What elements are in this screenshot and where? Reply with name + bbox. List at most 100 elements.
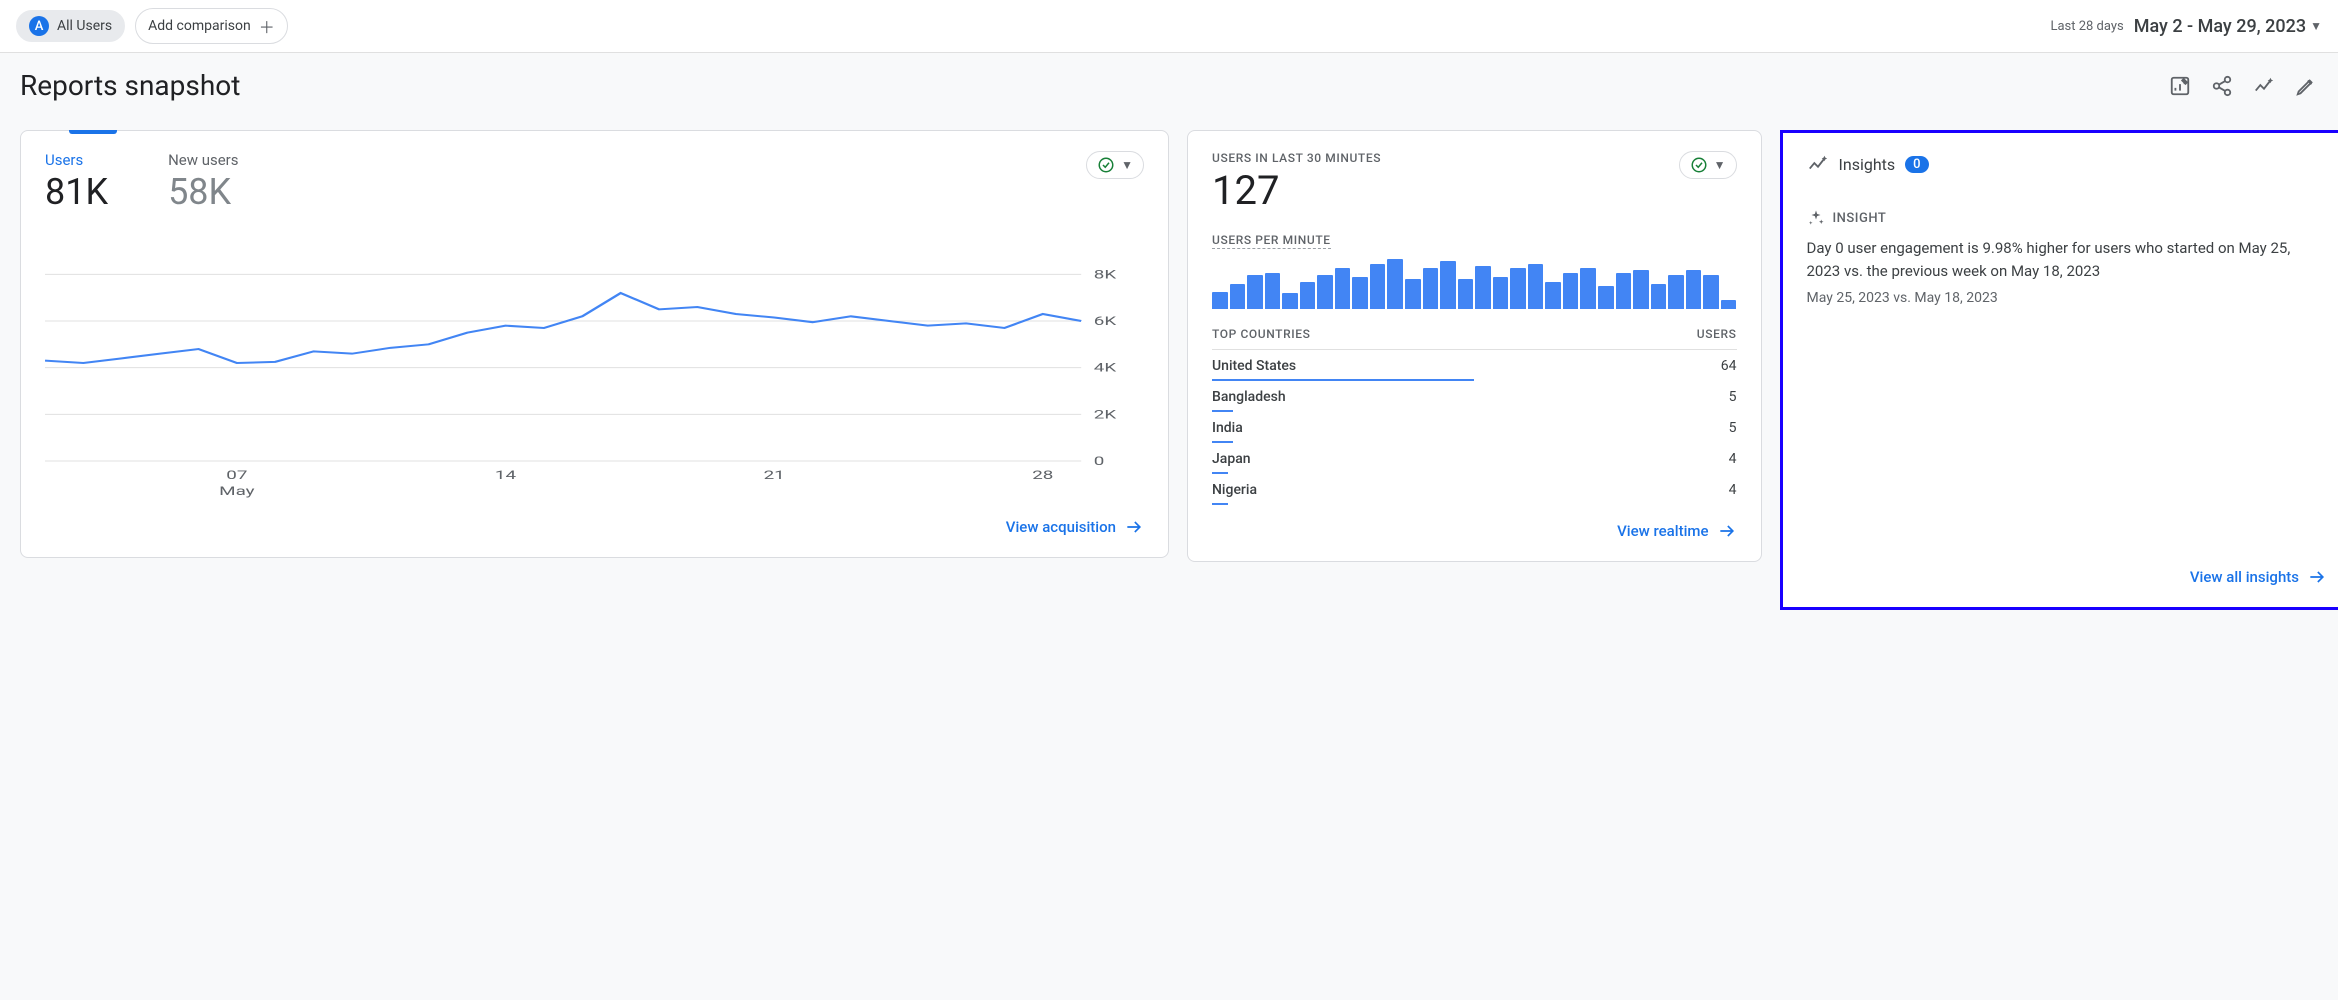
date-range-value: May 2 - May 29, 2023 <box>2134 16 2306 37</box>
per-minute-label: USERS PER MINUTE <box>1212 233 1331 249</box>
view-acquisition-link[interactable]: View acquisition <box>1006 517 1144 537</box>
segment-badge: A <box>29 16 49 36</box>
date-range-picker[interactable]: May 2 - May 29, 2023 ▼ <box>2134 16 2322 37</box>
bar <box>1265 273 1281 309</box>
countries-list: United States 64 Bangladesh 5 India 5 Ja… <box>1212 350 1737 505</box>
users-per-minute-barchart <box>1212 259 1737 309</box>
bar <box>1370 264 1386 309</box>
insights-card: Insights 0 INSIGHT Day 0 user engagement… <box>1780 130 2338 610</box>
bar <box>1282 293 1298 309</box>
realtime-value: 127 <box>1212 171 1737 211</box>
country-users: 5 <box>1729 420 1737 436</box>
bar <box>1580 268 1596 309</box>
bar <box>1387 259 1403 309</box>
realtime-card: ▼ USERS IN LAST 30 MINUTES 127 USERS PER… <box>1187 130 1762 562</box>
bar <box>1721 300 1737 309</box>
country-row: Nigeria 4 <box>1212 474 1737 505</box>
bar <box>1528 264 1544 309</box>
dropdown-arrow-icon: ▼ <box>1121 158 1133 172</box>
status-dropdown[interactable]: ▼ <box>1086 151 1144 179</box>
view-realtime-link[interactable]: View realtime <box>1617 521 1736 541</box>
bar <box>1423 268 1439 309</box>
countries-header-left: TOP COUNTRIES <box>1212 327 1310 341</box>
countries-header-right: USERS <box>1697 327 1737 341</box>
bar <box>1317 275 1333 309</box>
bar <box>1247 275 1263 309</box>
customize-report-icon[interactable] <box>2168 74 2192 98</box>
country-users: 4 <box>1729 482 1737 498</box>
add-comparison-chip[interactable]: Add comparison ＋ <box>135 8 288 44</box>
realtime-title: USERS IN LAST 30 MINUTES <box>1212 151 1737 165</box>
date-range-label: Last 28 days <box>2050 19 2123 34</box>
metric-new-users[interactable]: New users 58K <box>168 151 238 213</box>
checkmark-circle-icon <box>1097 156 1115 174</box>
country-bar <box>1212 441 1737 443</box>
svg-text:8K: 8K <box>1094 267 1117 281</box>
insight-tag: INSIGHT <box>1807 209 2328 227</box>
insight-tag-label: INSIGHT <box>1833 211 1887 226</box>
metric-value: 81K <box>45 171 108 213</box>
share-icon[interactable] <box>2210 74 2234 98</box>
metric-users[interactable]: Users 81K <box>45 151 108 213</box>
bar <box>1440 261 1456 309</box>
title-bar: Reports snapshot <box>0 53 2338 110</box>
svg-text:07: 07 <box>226 468 247 482</box>
country-row: United States 64 <box>1212 350 1737 381</box>
country-row: India 5 <box>1212 412 1737 443</box>
insights-header: Insights 0 <box>1807 153 2328 175</box>
metric-label: Users <box>45 151 108 169</box>
view-all-insights-link[interactable]: View all insights <box>2190 567 2327 587</box>
bar <box>1598 286 1614 309</box>
bar <box>1405 279 1421 309</box>
svg-text:0: 0 <box>1094 454 1105 468</box>
users-line-chart: 02K4K6K8K07May142128 <box>45 241 1144 501</box>
bar <box>1475 266 1491 309</box>
sparkle-icon <box>1807 209 1825 227</box>
metric-label: New users <box>168 151 238 169</box>
country-row: Japan 4 <box>1212 443 1737 474</box>
status-dropdown[interactable]: ▼ <box>1679 151 1737 179</box>
dropdown-arrow-icon: ▼ <box>2310 19 2322 33</box>
edit-pencil-icon[interactable] <box>2294 74 2318 98</box>
insights-trend-icon[interactable] <box>2252 74 2276 98</box>
sparkle-trend-icon <box>1807 153 1829 175</box>
insights-count-badge: 0 <box>1905 156 1928 173</box>
arrow-right-icon <box>1717 521 1737 541</box>
svg-text:14: 14 <box>495 468 516 482</box>
svg-text:4K: 4K <box>1094 360 1117 374</box>
bar <box>1651 284 1667 309</box>
bar <box>1230 284 1246 309</box>
page-title: Reports snapshot <box>20 69 240 102</box>
insight-date: May 25, 2023 vs. May 18, 2023 <box>1807 290 2328 306</box>
insight-text: Day 0 user engagement is 9.98% higher fo… <box>1807 237 2328 282</box>
country-name: India <box>1212 420 1243 436</box>
bar <box>1510 268 1526 309</box>
bar <box>1545 282 1561 309</box>
country-bar <box>1212 410 1737 412</box>
country-bar <box>1212 472 1737 474</box>
arrow-right-icon <box>1124 517 1144 537</box>
bar <box>1352 277 1368 309</box>
dropdown-arrow-icon: ▼ <box>1714 158 1726 172</box>
bar <box>1633 270 1649 309</box>
link-label: View acquisition <box>1006 518 1116 536</box>
svg-text:May: May <box>219 484 255 498</box>
insight-item[interactable]: INSIGHT Day 0 user engagement is 9.98% h… <box>1807 209 2328 306</box>
bar <box>1668 275 1684 309</box>
countries-header: TOP COUNTRIES USERS <box>1212 327 1737 350</box>
country-users: 4 <box>1729 451 1737 467</box>
bar <box>1686 270 1702 309</box>
bar <box>1616 273 1632 309</box>
plus-icon: ＋ <box>259 14 275 38</box>
svg-text:21: 21 <box>764 468 785 482</box>
segment-chip[interactable]: A All Users <box>16 10 125 42</box>
country-name: Japan <box>1212 451 1251 467</box>
metrics-row: Users 81K New users 58K <box>45 151 1144 213</box>
bar <box>1493 277 1509 309</box>
bar <box>1212 292 1228 309</box>
topbar-right: Last 28 days May 2 - May 29, 2023 ▼ <box>2050 16 2322 37</box>
country-users: 5 <box>1729 389 1737 405</box>
arrow-right-icon <box>2307 567 2327 587</box>
bar <box>1563 273 1579 309</box>
country-name: United States <box>1212 358 1296 374</box>
